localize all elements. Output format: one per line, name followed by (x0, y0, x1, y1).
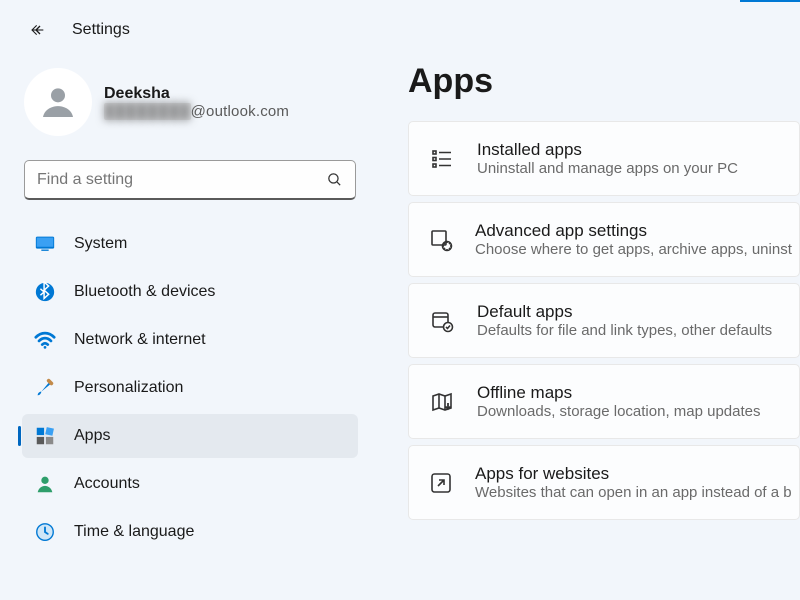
card-subtitle: Choose where to get apps, archive apps, … (475, 241, 792, 258)
search-icon (314, 171, 355, 188)
apps-websites-icon (429, 470, 453, 496)
sidebar-item-network[interactable]: Network & internet (22, 318, 358, 362)
card-subtitle: Websites that can open in an app instead… (475, 484, 792, 501)
default-apps-icon (429, 308, 455, 334)
brush-icon (34, 377, 56, 399)
card-default-apps[interactable]: Default apps Defaults for file and link … (408, 283, 800, 358)
monitor-icon (34, 233, 56, 255)
sidebar-item-label: Apps (74, 427, 110, 445)
arrow-left-icon (30, 22, 46, 38)
sidebar-item-label: Time & language (74, 523, 194, 541)
main-content: Apps Installed apps Uninstall and manage… (370, 50, 800, 600)
card-advanced-app-settings[interactable]: Advanced app settings Choose where to ge… (408, 202, 800, 277)
card-title: Apps for websites (475, 464, 792, 484)
profile-name: Deeksha (104, 85, 289, 103)
sidebar-item-label: Network & internet (74, 331, 206, 349)
search-field[interactable] (24, 160, 356, 200)
advanced-app-icon (429, 227, 453, 253)
card-apps-for-websites[interactable]: Apps for websites Websites that can open… (408, 445, 800, 520)
card-title: Offline maps (477, 383, 761, 403)
offline-maps-icon (429, 389, 455, 415)
sidebar-item-label: System (74, 235, 127, 253)
card-title: Installed apps (477, 140, 738, 160)
nav-list: System Bluetooth & devices Network & int… (18, 214, 362, 556)
sidebar-item-time[interactable]: Time & language (22, 510, 358, 554)
account-profile[interactable]: Deeksha ████████@outlook.com (18, 62, 362, 154)
clock-icon (34, 521, 56, 543)
person-icon (34, 473, 56, 495)
search-input[interactable] (25, 171, 314, 189)
card-subtitle: Uninstall and manage apps on your PC (477, 160, 738, 177)
wifi-icon (34, 329, 56, 351)
sidebar-item-apps[interactable]: Apps (22, 414, 358, 458)
back-button[interactable] (28, 20, 48, 40)
apps-icon (34, 425, 56, 447)
sidebar-item-bluetooth[interactable]: Bluetooth & devices (22, 270, 358, 314)
card-title: Advanced app settings (475, 221, 792, 241)
profile-email: ████████@outlook.com (104, 103, 289, 120)
sidebar-item-label: Accounts (74, 475, 140, 493)
card-subtitle: Defaults for file and link types, other … (477, 322, 772, 339)
sidebar-item-system[interactable]: System (22, 222, 358, 266)
card-subtitle: Downloads, storage location, map updates (477, 403, 761, 420)
page-title: Apps (408, 62, 800, 101)
sidebar-item-accounts[interactable]: Accounts (22, 462, 358, 506)
bluetooth-icon (34, 281, 56, 303)
card-title: Default apps (477, 302, 772, 322)
sidebar: Deeksha ████████@outlook.com (0, 50, 370, 600)
card-offline-maps[interactable]: Offline maps Downloads, storage location… (408, 364, 800, 439)
avatar (24, 68, 92, 136)
sidebar-item-label: Personalization (74, 379, 183, 397)
sidebar-item-personalization[interactable]: Personalization (22, 366, 358, 410)
card-list: Installed apps Uninstall and manage apps… (408, 121, 800, 520)
window-title: Settings (72, 21, 130, 39)
sidebar-item-label: Bluetooth & devices (74, 283, 215, 301)
installed-apps-icon (429, 146, 455, 172)
card-installed-apps[interactable]: Installed apps Uninstall and manage apps… (408, 121, 800, 196)
person-silhouette-icon (38, 82, 78, 122)
profile-email-domain: @outlook.com (191, 103, 290, 120)
profile-email-local: ████████ (104, 103, 191, 120)
